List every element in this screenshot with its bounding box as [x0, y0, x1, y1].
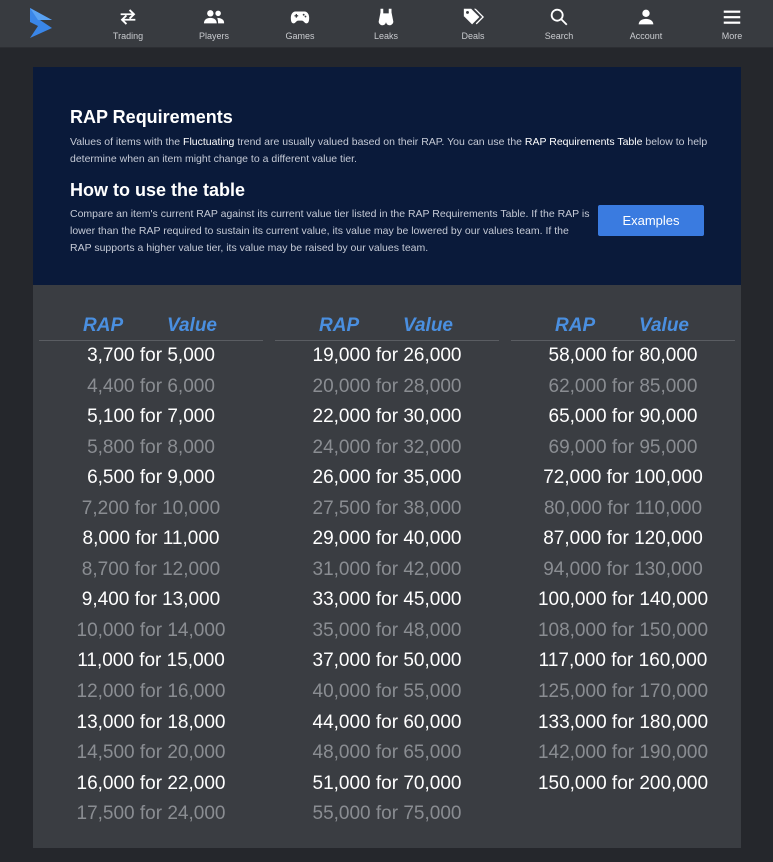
table-row: 26,000 for 35,000	[312, 467, 462, 489]
nav-players-label: Players	[198, 31, 229, 41]
tags-icon	[433, 6, 513, 28]
table-row: 72,000 for 100,000	[543, 467, 703, 489]
table-row: 16,000 for 22,000	[76, 772, 226, 794]
table-row: 3,700 for 5,000	[87, 345, 215, 366]
rap-requirements-table: RAP Value 3,700 for 5,000 4,400 for 6,000…	[33, 285, 741, 848]
nav-leaks[interactable]: Leaks	[346, 0, 426, 47]
table-row: 24,000 for 32,000	[312, 436, 462, 458]
table-row: 27,500 for 38,000	[312, 497, 462, 519]
table-row: 5,100 for 7,000	[87, 406, 215, 428]
nav-search[interactable]: Search	[519, 0, 599, 47]
players-icon	[174, 6, 254, 28]
table-row: 6,500 for 9,000	[87, 467, 215, 489]
table-row: 9,400 for 13,000	[81, 589, 221, 611]
table-row: 108,000 for 150,000	[537, 619, 709, 641]
table-row: 11,000 for 15,000	[77, 650, 225, 672]
table-row: 40,000 for 55,000	[312, 681, 462, 703]
examples-button[interactable]: Examples	[598, 205, 704, 236]
table-row: 13,000 for 18,000	[76, 711, 226, 733]
rap-header: RAP	[319, 315, 360, 336]
rap-table-term: RAP Requirements Table	[524, 136, 643, 148]
nav-players[interactable]: Players	[174, 0, 254, 47]
nav-trading-label: Trading	[112, 31, 144, 41]
table-row: 117,000 for 160,000	[538, 650, 708, 672]
table-row: 19,000 for 26,000	[312, 345, 462, 366]
table-row: 62,000 for 85,000	[548, 375, 698, 397]
how-to-description: Compare an item's current RAP against it…	[70, 208, 590, 254]
table-row: 14,500 for 20,000	[76, 742, 226, 764]
table-row: 17,500 for 24,000	[76, 803, 226, 825]
nav-games-label: Games	[285, 31, 315, 41]
column-rows: 58,000 for 80,000 62,000 for 85,000 65,000…	[511, 341, 735, 799]
table-row: 4,400 for 6,000	[87, 375, 215, 397]
table-row: 58,000 for 80,000	[548, 345, 698, 366]
value-header: Value	[167, 315, 217, 336]
table-row: 37,000 for 50,000	[312, 650, 462, 672]
rap-info-panel: RAP Requirements Values of items with th…	[33, 67, 741, 285]
table-row: 100,000 for 140,000	[537, 589, 709, 611]
column-rows: 3,700 for 5,000 4,400 for 6,000 5,100 for …	[39, 341, 263, 830]
table-row: 80,000 for 110,000	[543, 497, 703, 519]
table-row: 29,000 for 40,000	[312, 528, 462, 550]
nav-games[interactable]: Games	[260, 0, 340, 47]
hamburger-menu-icon	[692, 6, 772, 28]
table-row: 22,000 for 30,000	[312, 406, 462, 428]
nav-more[interactable]: More	[692, 0, 772, 47]
rap-header: RAP	[555, 315, 596, 336]
table-row: 125,000 for 170,000	[537, 681, 709, 703]
fluctuating-term: Fluctuating	[183, 136, 235, 148]
search-icon	[519, 6, 599, 28]
nav-leaks-label: Leaks	[373, 31, 399, 41]
nav-deals-label: Deals	[461, 31, 485, 41]
column-header: RAP Value	[275, 285, 499, 341]
nav-deals[interactable]: Deals	[433, 0, 513, 47]
rap-description: Values of items with the Fluctuating tre…	[70, 134, 710, 168]
table-column-3: RAP Value 58,000 for 80,000 62,000 for 85…	[511, 285, 735, 799]
table-column-1: RAP Value 3,700 for 5,000 4,400 for 6,000…	[39, 285, 263, 830]
rap-requirements-title: RAP Requirements	[70, 107, 233, 127]
nav-search-label: Search	[544, 31, 574, 41]
table-row: 69,000 for 95,000	[548, 436, 698, 458]
table-row: 5,800 for 8,000	[87, 436, 215, 458]
table-row: 7,200 for 10,000	[81, 497, 221, 519]
nav-account[interactable]: Account	[606, 0, 686, 47]
table-row: 65,000 for 90,000	[548, 406, 698, 428]
table-row: 87,000 for 120,000	[543, 528, 703, 550]
nav-trading[interactable]: Trading	[88, 0, 168, 47]
table-row: 48,000 for 65,000	[312, 742, 462, 764]
column-header: RAP Value	[39, 285, 263, 341]
table-row: 33,000 for 45,000	[312, 589, 462, 611]
how-to-title: How to use the table	[70, 180, 246, 200]
trading-arrows-icon	[88, 6, 168, 28]
table-column-2: RAP Value 19,000 for 26,000 20,000 for 28…	[275, 285, 499, 830]
column-header: RAP Value	[511, 285, 735, 341]
value-header: Value	[639, 315, 689, 336]
desc-text-a: Values of items with the	[70, 136, 184, 148]
account-icon	[606, 6, 686, 28]
table-row: 55,000 for 75,000	[312, 803, 462, 825]
top-nav: Trading Players Games Leaks Deals Search	[0, 0, 773, 48]
table-row: 150,000 for 200,000	[537, 772, 709, 794]
table-row: 133,000 for 180,000	[537, 711, 709, 733]
table-row: 94,000 for 130,000	[543, 558, 703, 580]
table-row: 10,000 for 14,000	[76, 619, 226, 641]
nav-more-label: More	[721, 31, 743, 41]
binoculars-icon	[346, 6, 426, 28]
desc-text-c: trend are usually valued based on their …	[234, 136, 525, 148]
table-row: 8,000 for 11,000	[82, 528, 220, 550]
table-row: 44,000 for 60,000	[312, 711, 462, 733]
table-row: 12,000 for 16,000	[76, 681, 226, 703]
nav-account-label: Account	[629, 31, 663, 41]
site-logo-icon[interactable]	[28, 6, 54, 40]
table-row: 20,000 for 28,000	[312, 375, 462, 397]
table-row: 8,700 for 12,000	[81, 558, 221, 580]
gamepad-icon	[260, 6, 340, 28]
rap-header: RAP	[83, 315, 124, 336]
value-header: Value	[403, 315, 453, 336]
column-rows: 19,000 for 26,000 20,000 for 28,000 22,000…	[275, 341, 499, 830]
table-row: 31,000 for 42,000	[312, 558, 462, 580]
table-row: 51,000 for 70,000	[312, 772, 462, 794]
table-row: 35,000 for 48,000	[312, 619, 462, 641]
table-row: 142,000 for 190,000	[537, 742, 709, 764]
